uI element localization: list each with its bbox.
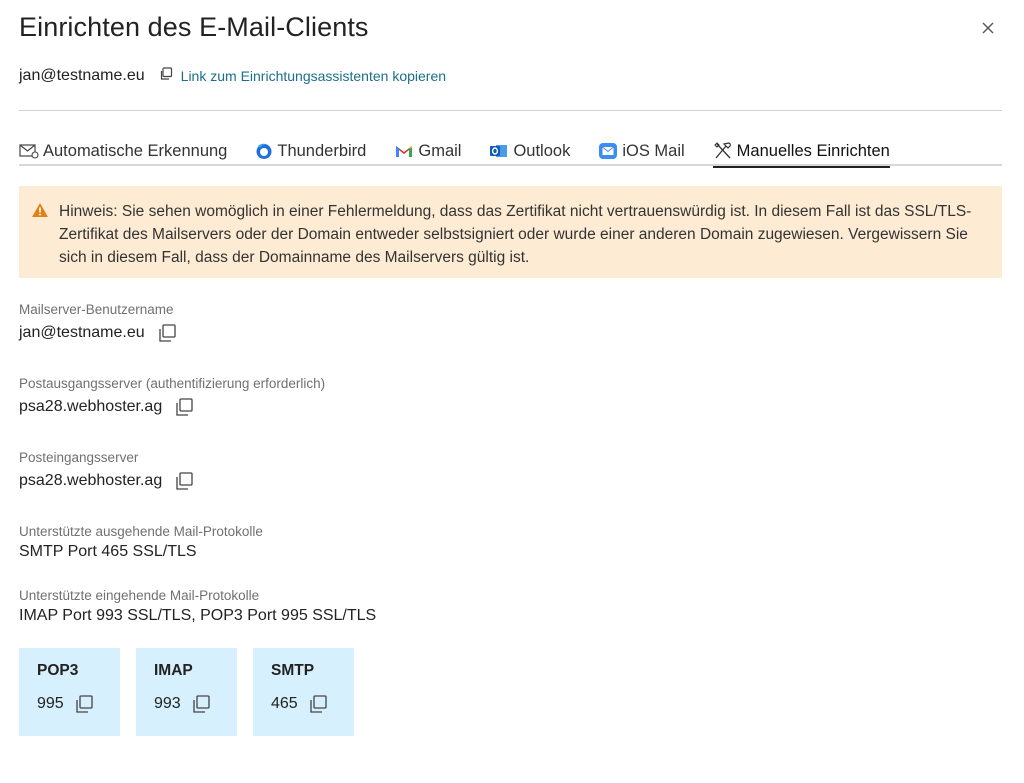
field-label: Mailserver-Benutzername <box>19 302 174 317</box>
tab-label: Thunderbird <box>277 141 367 160</box>
copy-setup-link-label: Link zum Einrichtungsassistenten kopiere… <box>180 68 447 84</box>
field-label: Posteingangsserver <box>19 450 139 465</box>
field-label: Unterstützte eingehende Mail-Protokolle <box>19 588 260 603</box>
field-value: IMAP Port 993 SSL/TLS, POP3 Port 995 SSL… <box>19 607 377 624</box>
tab-thunderbird[interactable]: Thunderbird <box>255 138 366 164</box>
copy-icon[interactable] <box>308 694 328 714</box>
port-card-imap: IMAP 993 <box>136 648 237 736</box>
divider <box>19 110 1002 111</box>
field-value: SMTP Port 465 SSL/TLS <box>19 543 197 560</box>
ios-mail-icon <box>598 142 618 160</box>
field-incoming-protocols: Unterstützte eingehende Mail-Protokolle … <box>19 588 376 625</box>
port-card-value: 995 <box>37 695 64 712</box>
warning-icon <box>31 202 49 225</box>
certificate-notice: Hinweis: Sie sehen womöglich in einer Fe… <box>19 186 1002 278</box>
field-label: Postausgangsserver (authentifizierung er… <box>19 376 326 391</box>
tab-label: Automatische Erkennung <box>43 141 228 160</box>
tab-label: Gmail <box>418 141 462 160</box>
copy-setup-link[interactable]: Link zum Einrichtungsassistenten kopiere… <box>159 66 447 86</box>
copy-icon[interactable] <box>174 471 194 491</box>
field-outgoing-server: Postausgangsserver (authentifizierung er… <box>19 376 325 417</box>
copy-icon <box>159 66 173 86</box>
thunderbird-icon <box>255 142 273 160</box>
email-line: jan@testname.eu Link zum Einrichtungsass… <box>19 66 446 86</box>
port-card-pop3: POP3 995 <box>19 648 120 736</box>
account-email: jan@testname.eu <box>19 67 145 84</box>
tab-label: Manuelles Einrichten <box>736 141 890 160</box>
field-value: jan@testname.eu <box>19 324 145 341</box>
close-icon[interactable] <box>976 16 1000 40</box>
tab-manual-setup[interactable]: Manuelles Einrichten <box>712 138 891 168</box>
field-label: Unterstützte ausgehende Mail-Protokolle <box>19 524 263 539</box>
envelope-gear-icon <box>19 143 39 159</box>
port-card-value: 993 <box>154 695 181 712</box>
tab-ios-mail[interactable]: iOS Mail <box>598 138 685 164</box>
copy-icon[interactable] <box>157 323 177 343</box>
dialog-title: Einrichten des E-Mail-Clients <box>19 12 369 42</box>
tab-outlook[interactable]: Outlook <box>489 138 570 164</box>
notice-text: Hinweis: Sie sehen womöglich in einer Fe… <box>59 203 972 266</box>
gmail-icon <box>394 143 414 159</box>
outlook-icon <box>489 142 509 160</box>
tools-icon <box>713 142 733 160</box>
copy-icon[interactable] <box>191 694 211 714</box>
field-value: psa28.webhoster.ag <box>19 472 163 489</box>
tab-gmail[interactable]: Gmail <box>394 138 461 164</box>
field-outgoing-protocols: Unterstützte ausgehende Mail-Protokolle … <box>19 524 263 561</box>
port-card-title: SMTP <box>271 662 315 679</box>
port-card-value: 465 <box>271 695 298 712</box>
field-incoming-server: Posteingangsserver psa28.webhoster.ag <box>19 450 194 491</box>
tab-label: Outlook <box>513 141 571 160</box>
field-value: psa28.webhoster.ag <box>19 398 163 415</box>
tab-automatic-detection[interactable]: Automatische Erkennung <box>19 138 227 164</box>
field-username: Mailserver-Benutzername jan@testname.eu <box>19 302 177 343</box>
copy-icon[interactable] <box>174 397 194 417</box>
port-card-title: POP3 <box>37 662 79 679</box>
client-tabs: Automatische Erkennung Thunderbird Gmail… <box>19 138 1002 168</box>
copy-icon[interactable] <box>74 694 94 714</box>
port-card-title: IMAP <box>154 662 193 679</box>
port-cards: POP3 995 IMAP 993 SMTP 465 <box>19 648 370 736</box>
tab-label: iOS Mail <box>622 141 685 160</box>
port-card-smtp: SMTP 465 <box>253 648 354 736</box>
